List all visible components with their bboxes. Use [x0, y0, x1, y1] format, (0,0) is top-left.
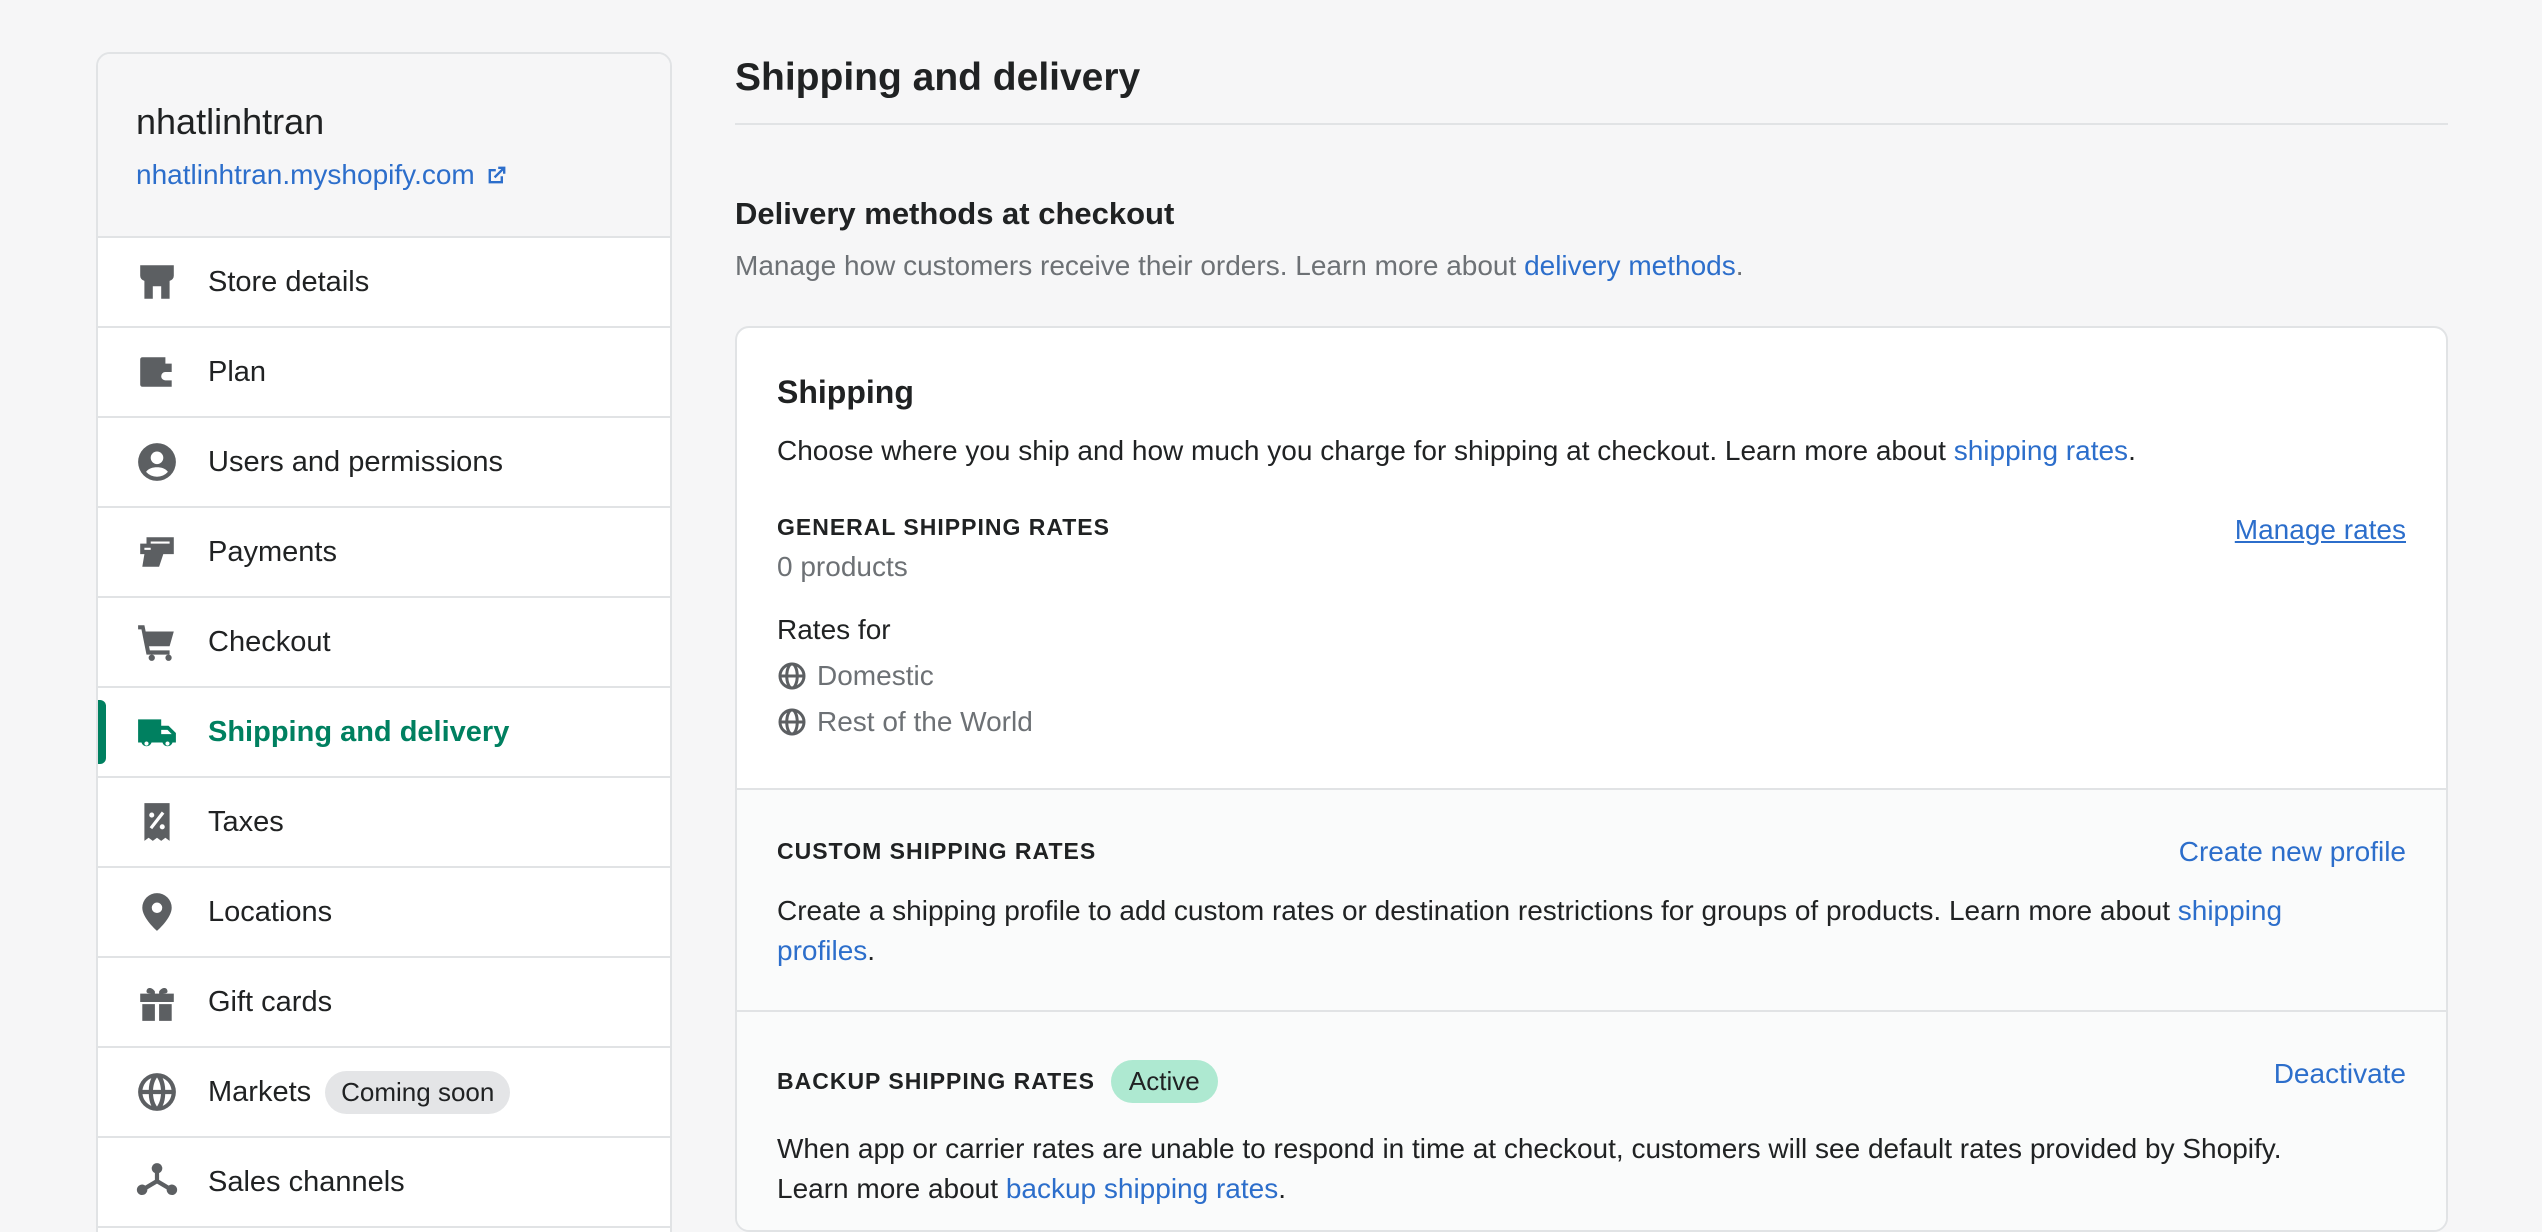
sidebar-item-label: Gift cards [208, 985, 333, 1018]
title-divider [735, 123, 2448, 125]
sidebar-item-label: Payments [208, 535, 337, 568]
shipping-card-top: Shipping Choose where you ship and how m… [737, 328, 2446, 788]
general-shipping-rates: GENERAL SHIPPING RATES 0 products Manage… [777, 514, 2406, 583]
tax-receipt-icon [136, 801, 178, 843]
zone-name: Rest of the World [817, 706, 1033, 737]
page-title: Shipping and delivery [735, 56, 1141, 99]
delivery-methods-link[interactable]: delivery methods [1524, 250, 1736, 281]
sidebar-item-sales-channels[interactable]: Sales channels [98, 1138, 670, 1228]
globe-icon [136, 1071, 178, 1113]
sidebar-item-locations[interactable]: Locations [98, 868, 670, 958]
products-count: 0 products [777, 551, 908, 582]
section-desc-suffix: . [1735, 250, 1744, 281]
shipping-description: Choose where you ship and how much you c… [777, 435, 2406, 467]
sidebar-item-label: Users and permissions [208, 445, 503, 478]
general-rates-title: GENERAL SHIPPING RATES [777, 514, 1110, 540]
rates-for-block: Rates for Domestic Rest of the World [777, 614, 1033, 738]
shipping-heading: Shipping [777, 374, 914, 410]
sidebar-item-plan[interactable]: Plan [98, 328, 670, 418]
backup-rates-header: BACKUP SHIPPING RATES Active [777, 1060, 2406, 1103]
section-description: Manage how customers receive their order… [735, 250, 1744, 282]
backup-rates-text: When app or carrier rates are unable to … [777, 1133, 2282, 1204]
custom-shipping-rates: CUSTOM SHIPPING RATES Create new profile… [737, 788, 2446, 1010]
zone-name: Domestic [817, 660, 934, 691]
sidebar-item-users-and-permissions[interactable]: Users and permissions [98, 418, 670, 508]
sidebar-item-label: Shipping and delivery [208, 715, 510, 748]
shipping-card: Shipping Choose where you ship and how m… [735, 326, 2448, 1232]
sidebar-item-label: Checkout [208, 625, 331, 658]
location-pin-icon [136, 891, 178, 933]
sidebar-item-label: Sales channels [208, 1165, 405, 1198]
settings-sidebar: nhatlinhtran nhatlinhtran.myshopify.com … [96, 52, 672, 1232]
cart-icon [136, 621, 178, 663]
status-badge: Active [1110, 1060, 1218, 1103]
sidebar-item-label: Markets [208, 1075, 312, 1108]
section-title: Delivery methods at checkout [735, 196, 1175, 231]
section-desc-text: Manage how customers receive their order… [735, 250, 1525, 281]
channels-icon [136, 1161, 178, 1203]
backup-rates-title: BACKUP SHIPPING RATES [777, 1068, 1095, 1094]
zone-domestic: Domestic [777, 660, 1033, 692]
shipping-desc-suffix: . [2128, 435, 2136, 466]
user-circle-icon [136, 441, 178, 483]
rates-for-label: Rates for [777, 614, 891, 645]
deactivate-link[interactable]: Deactivate [2274, 1058, 2406, 1090]
sidebar-item-label: Locations [208, 895, 333, 928]
manage-rates-link[interactable]: Manage rates [2235, 514, 2406, 546]
custom-rates-suffix: . [867, 935, 876, 966]
sidebar-item-label: Plan [208, 355, 267, 388]
globe-icon [778, 708, 806, 736]
shipping-desc-text: Choose where you ship and how much you c… [777, 435, 1954, 466]
backup-shipping-rates-link[interactable]: backup shipping rates [1006, 1173, 1278, 1204]
coming-soon-badge: Coming soon [325, 1070, 511, 1114]
sidebar-item-markets[interactable]: Markets Coming soon [98, 1048, 670, 1138]
store-url-link[interactable]: nhatlinhtran.myshopify.com [136, 159, 632, 191]
store-name: nhatlinhtran [136, 101, 325, 142]
gift-icon [136, 981, 178, 1023]
backup-rates-description: When app or carrier rates are unable to … [777, 1129, 2357, 1209]
custom-rates-text: Create a shipping profile to add custom … [777, 895, 2178, 926]
sidebar-item-taxes[interactable]: Taxes [98, 778, 670, 868]
external-link-icon [488, 166, 506, 184]
store-icon [136, 261, 178, 303]
sidebar-item-shipping-and-delivery[interactable]: Shipping and delivery [98, 688, 670, 778]
store-header: nhatlinhtran nhatlinhtran.myshopify.com [98, 54, 670, 238]
backup-rates-suffix: . [1278, 1173, 1286, 1204]
payments-icon [136, 531, 178, 573]
zone-rest-of-world: Rest of the World [777, 706, 1033, 738]
store-url-text: nhatlinhtran.myshopify.com [136, 159, 475, 191]
truck-icon [136, 711, 178, 753]
sidebar-item-label: Store details [208, 265, 370, 298]
sidebar-item-gift-cards[interactable]: Gift cards [98, 958, 670, 1048]
sidebar-item-checkout[interactable]: Checkout [98, 598, 670, 688]
sidebar-item-label: Taxes [208, 805, 284, 838]
globe-icon [778, 662, 806, 690]
custom-rates-description: Create a shipping profile to add custom … [777, 891, 2357, 971]
shipping-rates-link[interactable]: shipping rates [1954, 435, 2128, 466]
sidebar-item-payments[interactable]: Payments [98, 508, 670, 598]
custom-rates-header: CUSTOM SHIPPING RATES [777, 838, 2406, 865]
create-new-profile-link[interactable]: Create new profile [2179, 836, 2406, 868]
backup-shipping-rates: BACKUP SHIPPING RATES Active Deactivate … [737, 1010, 2446, 1230]
custom-rates-title: CUSTOM SHIPPING RATES [777, 838, 1097, 864]
wallet-icon [136, 351, 178, 393]
sidebar-item-store-details[interactable]: Store details [98, 238, 670, 328]
